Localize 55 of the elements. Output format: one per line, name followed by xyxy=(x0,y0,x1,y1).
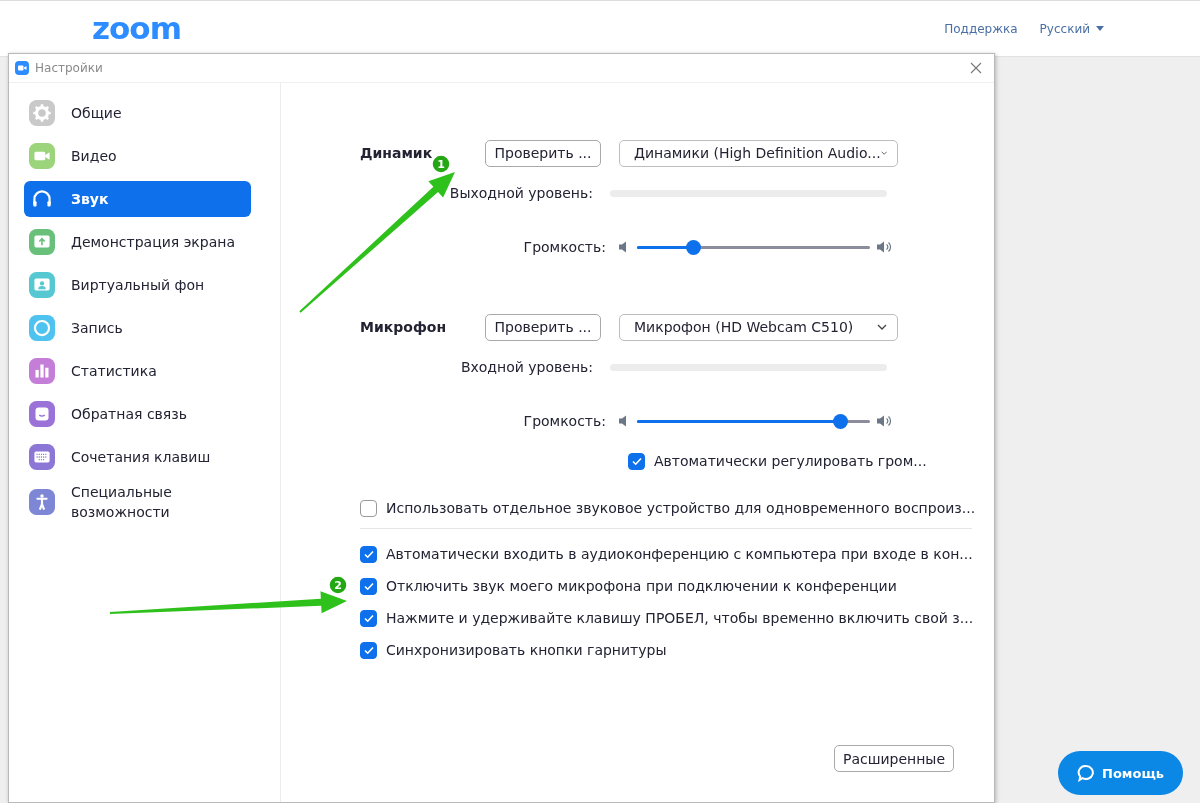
checkbox-label: Отключить звук моего микрофона при подключении к конференции xyxy=(386,578,897,594)
checkbox[interactable] xyxy=(360,609,377,627)
checkmark-icon xyxy=(362,612,375,624)
sidebar-item[interactable]: Демонстрация экрана xyxy=(24,224,251,260)
sidebar-item[interactable]: Сочетания клавиш xyxy=(24,439,251,475)
speaker-quiet-icon xyxy=(618,240,627,254)
sidebar-item[interactable]: Запись xyxy=(24,310,251,346)
advanced-button[interactable]: Расширенные xyxy=(834,745,954,772)
volume-slider[interactable] xyxy=(637,413,870,429)
checkbox-label: Нажмите и удерживайте клавишу ПРОБЕЛ, чтобы временно включить свой з... xyxy=(386,610,974,626)
checkmark-icon xyxy=(630,455,643,467)
caret-icon xyxy=(1096,26,1104,31)
checkbox-label: Автоматически входить в аудиоконференцию с компьютера при входе в кон... xyxy=(386,546,973,562)
checkmark-icon xyxy=(362,644,375,656)
test-button[interactable]: Проверить ... xyxy=(485,313,601,341)
sidebar-item[interactable]: Звук xyxy=(24,181,251,217)
checkbox[interactable] xyxy=(360,577,377,595)
section-title: Динамик xyxy=(360,145,434,161)
chat-bubble-icon xyxy=(1077,764,1095,782)
checkmark-icon xyxy=(362,580,375,592)
help-button[interactable]: Помощь xyxy=(1058,751,1183,795)
close-icon[interactable] xyxy=(970,62,982,74)
camera-app-icon xyxy=(15,61,29,75)
speaker-quiet-icon xyxy=(618,414,627,428)
sidebar-item[interactable]: Статистика xyxy=(24,353,251,389)
volume-label: Громкость: xyxy=(522,239,607,255)
checkbox-label: Автоматически регулировать гром... xyxy=(654,453,927,469)
checkbox[interactable] xyxy=(628,452,645,470)
test-button[interactable]: Проверить ... xyxy=(485,139,601,167)
chevron-down-icon xyxy=(877,324,887,330)
speaker-loud-icon xyxy=(876,240,892,254)
language-dropdown[interactable]: Русский xyxy=(1039,21,1104,36)
volume-label: Громкость: xyxy=(522,413,607,429)
checkbox[interactable] xyxy=(360,641,377,659)
volume-slider[interactable] xyxy=(637,239,870,255)
chevron-down-icon xyxy=(880,150,887,156)
checkbox-label: Использовать отдельное звуковое устройство для одновременного воспроиз... xyxy=(386,500,976,516)
checkbox[interactable] xyxy=(360,499,377,517)
support-link[interactable]: Поддержка xyxy=(944,21,1018,36)
device-dropdown[interactable]: Динамики (High Definition Audio... xyxy=(619,139,898,167)
checkmark-icon xyxy=(362,548,375,560)
device-dropdown[interactable]: Микрофон (HD Webcam C510) xyxy=(619,313,898,341)
window-title: Настройки xyxy=(35,61,104,75)
sidebar-item[interactable]: Общие xyxy=(24,95,251,131)
sidebar-item[interactable]: Специальные возможности xyxy=(24,482,251,522)
sidebar-item[interactable]: Виртуальный фон xyxy=(24,267,251,303)
sidebar-item[interactable]: Обратная связь xyxy=(24,396,251,432)
section-title: Микрофон xyxy=(360,319,448,335)
checkbox-label: Синхронизировать кнопки гарнитуры xyxy=(386,642,667,658)
meter-label: Входной уровень: xyxy=(459,359,594,375)
speaker-loud-icon xyxy=(876,414,892,428)
sidebar-item[interactable]: Видео xyxy=(24,138,251,174)
checkbox[interactable] xyxy=(360,545,377,563)
meter-label: Выходной уровень: xyxy=(448,185,594,201)
zoom-logo: zoom xyxy=(92,13,181,44)
